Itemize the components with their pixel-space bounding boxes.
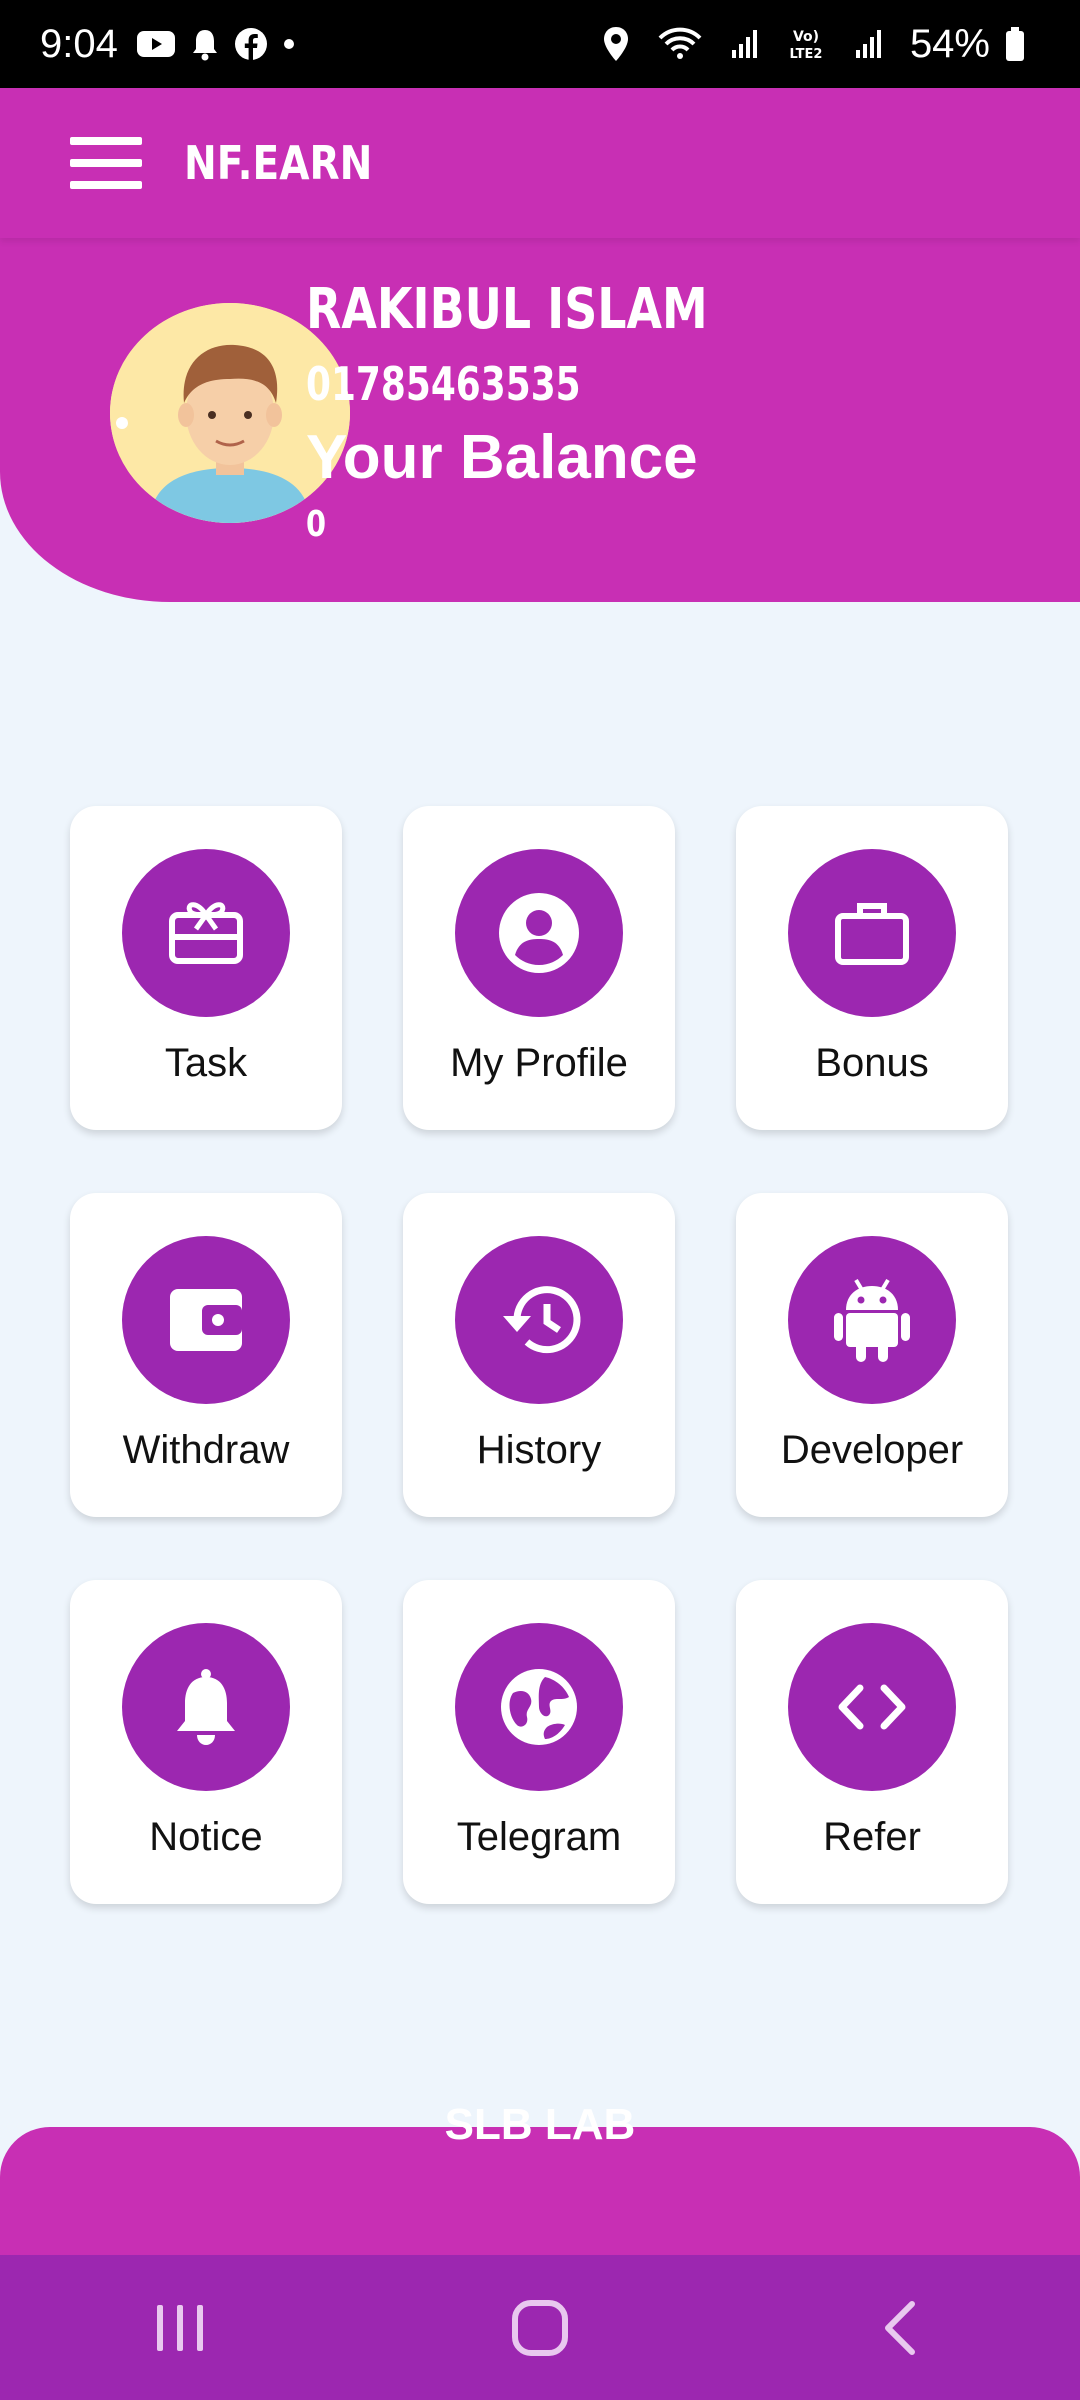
my-profile-card[interactable]: My Profile bbox=[403, 806, 675, 1130]
profile-info: RAKIBUL ISLAM 01785463535 Your Balance 0 bbox=[306, 270, 796, 550]
back-icon[interactable] bbox=[840, 2278, 960, 2378]
bonus-label: Bonus bbox=[815, 1041, 929, 1085]
status-time: 9:04 bbox=[40, 21, 118, 66]
task-label: Task bbox=[164, 1041, 248, 1085]
app-bar: NF.EARN bbox=[0, 88, 1080, 238]
screen: 9:04 Vo) LTE2 54% NF.EARN RAKIBUL ISLAM … bbox=[0, 0, 1080, 2400]
wifi-icon bbox=[658, 27, 702, 61]
refer-label: Refer bbox=[823, 1815, 921, 1859]
dot-icon bbox=[282, 37, 296, 51]
code-icon bbox=[788, 1623, 956, 1791]
telegram-card[interactable]: Telegram bbox=[403, 1580, 675, 1904]
gift-card-icon bbox=[122, 849, 290, 1017]
balance-label: Your Balance bbox=[306, 423, 698, 492]
developer-card[interactable]: Developer bbox=[736, 1193, 1008, 1517]
svg-text:LTE2: LTE2 bbox=[789, 47, 822, 62]
withdraw-card[interactable]: Withdraw bbox=[70, 1193, 342, 1517]
developer-label: Developer bbox=[780, 1428, 964, 1472]
signal-icon bbox=[730, 28, 758, 60]
bell-icon bbox=[190, 27, 220, 61]
battery-percent: 54% bbox=[909, 21, 990, 66]
withdraw-label: Withdraw bbox=[122, 1428, 290, 1472]
history-icon bbox=[455, 1236, 623, 1404]
notice-label: Notice bbox=[149, 1815, 263, 1859]
android-icon bbox=[788, 1236, 956, 1404]
globe-icon bbox=[455, 1623, 623, 1791]
balance-value: 0 bbox=[306, 504, 327, 545]
history-label: History bbox=[476, 1428, 602, 1472]
home-icon[interactable] bbox=[480, 2278, 600, 2378]
youtube-icon bbox=[136, 29, 176, 59]
history-card[interactable]: History bbox=[403, 1193, 675, 1517]
facebook-icon bbox=[234, 27, 268, 61]
my-profile-label: My Profile bbox=[450, 1041, 628, 1085]
notice-card[interactable]: Notice bbox=[70, 1580, 342, 1904]
bell-icon bbox=[122, 1623, 290, 1791]
task-card[interactable]: Task bbox=[70, 806, 342, 1130]
volte-icon: Vo) LTE2 bbox=[786, 26, 826, 62]
system-nav-bar bbox=[0, 2255, 1080, 2400]
hamburger-menu-icon[interactable] bbox=[70, 137, 142, 189]
app-title: NF.EARN bbox=[184, 136, 373, 190]
briefcase-icon bbox=[788, 849, 956, 1017]
signal-icon bbox=[854, 28, 882, 60]
location-icon bbox=[602, 26, 630, 62]
menu-grid: Task My Profile Bonus Withdraw History D… bbox=[70, 806, 1010, 1904]
status-bar: 9:04 Vo) LTE2 54% bbox=[0, 0, 1080, 88]
user-name: RAKIBUL ISLAM bbox=[306, 277, 708, 342]
user-phone: 01785463535 bbox=[306, 357, 581, 411]
telegram-label: Telegram bbox=[456, 1815, 622, 1859]
account-circle-icon bbox=[455, 849, 623, 1017]
footer-text: SLB LAB bbox=[444, 2100, 636, 2149]
svg-text:Vo): Vo) bbox=[793, 29, 819, 45]
wallet-icon bbox=[122, 1236, 290, 1404]
battery-icon bbox=[1004, 26, 1026, 62]
bonus-card[interactable]: Bonus bbox=[736, 806, 1008, 1130]
recent-apps-icon[interactable] bbox=[120, 2278, 240, 2378]
status-icons: Vo) LTE2 54% bbox=[602, 22, 1040, 67]
refer-card[interactable]: Refer bbox=[736, 1580, 1008, 1904]
